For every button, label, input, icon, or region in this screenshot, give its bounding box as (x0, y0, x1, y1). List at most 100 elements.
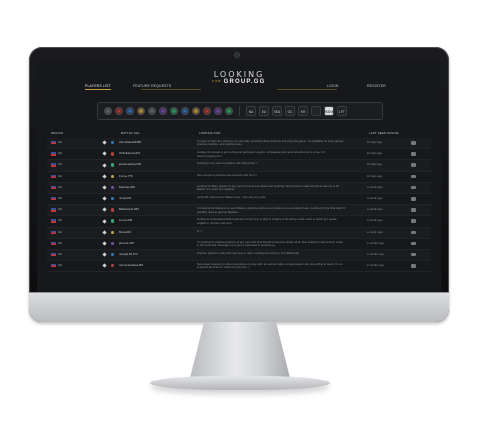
flag-icon (51, 196, 56, 201)
rank-icon (102, 252, 107, 257)
flag-icon (51, 241, 56, 246)
class-icon[interactable] (137, 107, 145, 115)
logo-small-text: FOR (212, 79, 222, 83)
region-button-eu[interactable]: EU (259, 106, 269, 116)
battle-tag[interactable]: Lemot.#45 (119, 218, 132, 222)
rank-icon (102, 196, 107, 201)
class-icon[interactable] (214, 107, 222, 115)
message-icon[interactable] (411, 152, 416, 156)
nav-players-list[interactable]: PLAYERS LIST (85, 84, 111, 90)
class-icon[interactable] (170, 107, 178, 115)
battle-tag[interactable]: Jerdy.#23 (119, 196, 131, 200)
flag-icon (51, 264, 56, 268)
nav-login[interactable]: LOGIN (327, 84, 339, 88)
table-row[interactable]: NA Jerdy.#23 Jerdy M1: Diamond to Master… (47, 194, 431, 206)
last-seen: 13 days ago (367, 173, 383, 178)
header-battle-tag[interactable]: BATTLE TAG (121, 131, 140, 135)
class-icon[interactable] (115, 107, 123, 115)
filter-divider (239, 106, 240, 116)
race-icon (111, 185, 115, 190)
filter-bar: NA EU SEA OC KR RANK LFT (97, 102, 383, 120)
site-logo[interactable]: LOOKING FOR GROUP.GG (207, 70, 271, 85)
looking-for-text: Looking for Plat+ players of any race fo… (197, 184, 339, 192)
region-button-blank[interactable] (311, 106, 321, 116)
table-row[interactable]: NA Vermontandtea.#51 New player looking … (47, 261, 431, 273)
battle-tag[interactable]: Ohbulldozed.#2X (119, 151, 140, 155)
flag-icon (51, 185, 56, 190)
looking-for-text: hi :) (197, 229, 202, 233)
header-looking-for[interactable]: LOOKING FOR (199, 131, 221, 135)
battle-tag[interactable]: Vermontandtea.#51 (119, 263, 143, 267)
rank-icon (102, 230, 107, 235)
rank-button[interactable]: RANK (324, 106, 334, 116)
message-icon[interactable] (411, 252, 416, 257)
message-icon[interactable] (411, 208, 416, 212)
race-icon (111, 241, 115, 246)
battle-tag[interactable]: Wormbatus#2385 (119, 140, 141, 144)
region-button-kr[interactable]: KR (298, 106, 308, 116)
table-row[interactable]: NA jdorman.#97 I'm looking for practice … (47, 239, 431, 250)
region-cell: NA (58, 140, 62, 144)
rank-icon (102, 162, 107, 168)
class-icon[interactable] (192, 107, 200, 115)
table-header: REGION BATTLE TAG LOOKING FOR LAST SEEN … (49, 131, 429, 137)
class-icon[interactable] (181, 107, 189, 115)
table-row[interactable]: NA Mura.#03 hi :) a month ago (47, 227, 431, 239)
nav-register[interactable]: REGISTER (367, 84, 386, 88)
table-row[interactable]: NA Maxinas.#00 Looking for Plat+ players… (47, 182, 431, 194)
nav-feature-requests[interactable]: FEATURE REQUESTS (133, 84, 171, 88)
header-last-seen[interactable]: LAST SEEN ONLINE (369, 131, 399, 135)
region-button-oc[interactable]: OC (285, 106, 295, 116)
last-seen: 2 months ago (367, 263, 384, 268)
message-icon[interactable] (411, 219, 416, 223)
looking-for-text: looking for dedicated practice partners … (197, 218, 337, 225)
lft-button[interactable]: LFT (337, 106, 347, 116)
battle-tag[interactable]: Blackwords.#84 (119, 207, 139, 211)
last-seen: 13 days ago (367, 151, 383, 156)
message-icon[interactable] (411, 174, 416, 179)
class-icon[interactable] (159, 107, 167, 115)
looking-for-text: I'm here to have fun, improve my own pla… (197, 140, 345, 147)
table-row[interactable]: NA Ohbulldozed.#2X Looking for people to… (47, 149, 431, 161)
region-cell: NA (58, 173, 62, 178)
table-row[interactable]: NA Frome.778 Nice people to practice and… (47, 172, 431, 183)
battle-tag[interactable]: jessemaddog.#39 (119, 162, 141, 166)
table-row[interactable]: NA Janegh.#6.674 Practice partner to pla… (47, 249, 431, 262)
race-icon (111, 163, 115, 167)
table-row[interactable]: NA Wormbatus#2385 I'm here to have fun, … (47, 138, 431, 150)
message-icon[interactable] (411, 264, 416, 268)
flag-icon (51, 252, 56, 257)
message-icon[interactable] (411, 196, 416, 201)
last-seen: 2 months ago (367, 251, 384, 256)
region-cell: NA (58, 151, 62, 156)
battle-tag[interactable]: jdorman.#97 (119, 241, 135, 245)
battle-tag[interactable]: Janegh.#6.674 (119, 252, 138, 256)
monitor-base (150, 376, 330, 390)
region-button-na[interactable]: NA (246, 106, 256, 116)
class-icon[interactable] (225, 107, 233, 115)
battle-tag[interactable]: Frome.778 (119, 174, 133, 178)
message-icon[interactable] (411, 241, 416, 246)
looking-for-text: New player looking for other new players… (197, 263, 343, 270)
message-icon[interactable] (411, 141, 416, 145)
region-cell: NA (58, 207, 62, 212)
class-icon[interactable] (148, 107, 156, 115)
race-icon (111, 174, 115, 178)
message-icon[interactable] (411, 185, 416, 190)
class-icon[interactable] (126, 107, 134, 115)
region-button-sea[interactable]: SEA (272, 106, 282, 116)
looking-for-text: I'm looking for practice partners of any… (197, 240, 343, 248)
filter-icon[interactable] (104, 107, 112, 115)
rank-icon (102, 207, 107, 212)
table-row[interactable]: NA Lemot.#45 looking for dedicated pract… (47, 216, 431, 228)
flag-icon (51, 152, 56, 156)
message-icon[interactable] (411, 163, 416, 167)
battle-tag[interactable]: Maxinas.#00 (119, 185, 135, 189)
class-icon[interactable] (203, 107, 211, 115)
header-region[interactable]: REGION (51, 131, 63, 135)
battle-tag[interactable]: Mura.#03 (119, 230, 131, 234)
race-icon (111, 141, 115, 145)
table-row[interactable]: NA Blackwords.#84 I'm looking for Diamon… (47, 205, 431, 217)
table-row[interactable]: NA jessemaddog.#39 looking for any race … (47, 160, 431, 172)
message-icon[interactable] (411, 230, 416, 235)
